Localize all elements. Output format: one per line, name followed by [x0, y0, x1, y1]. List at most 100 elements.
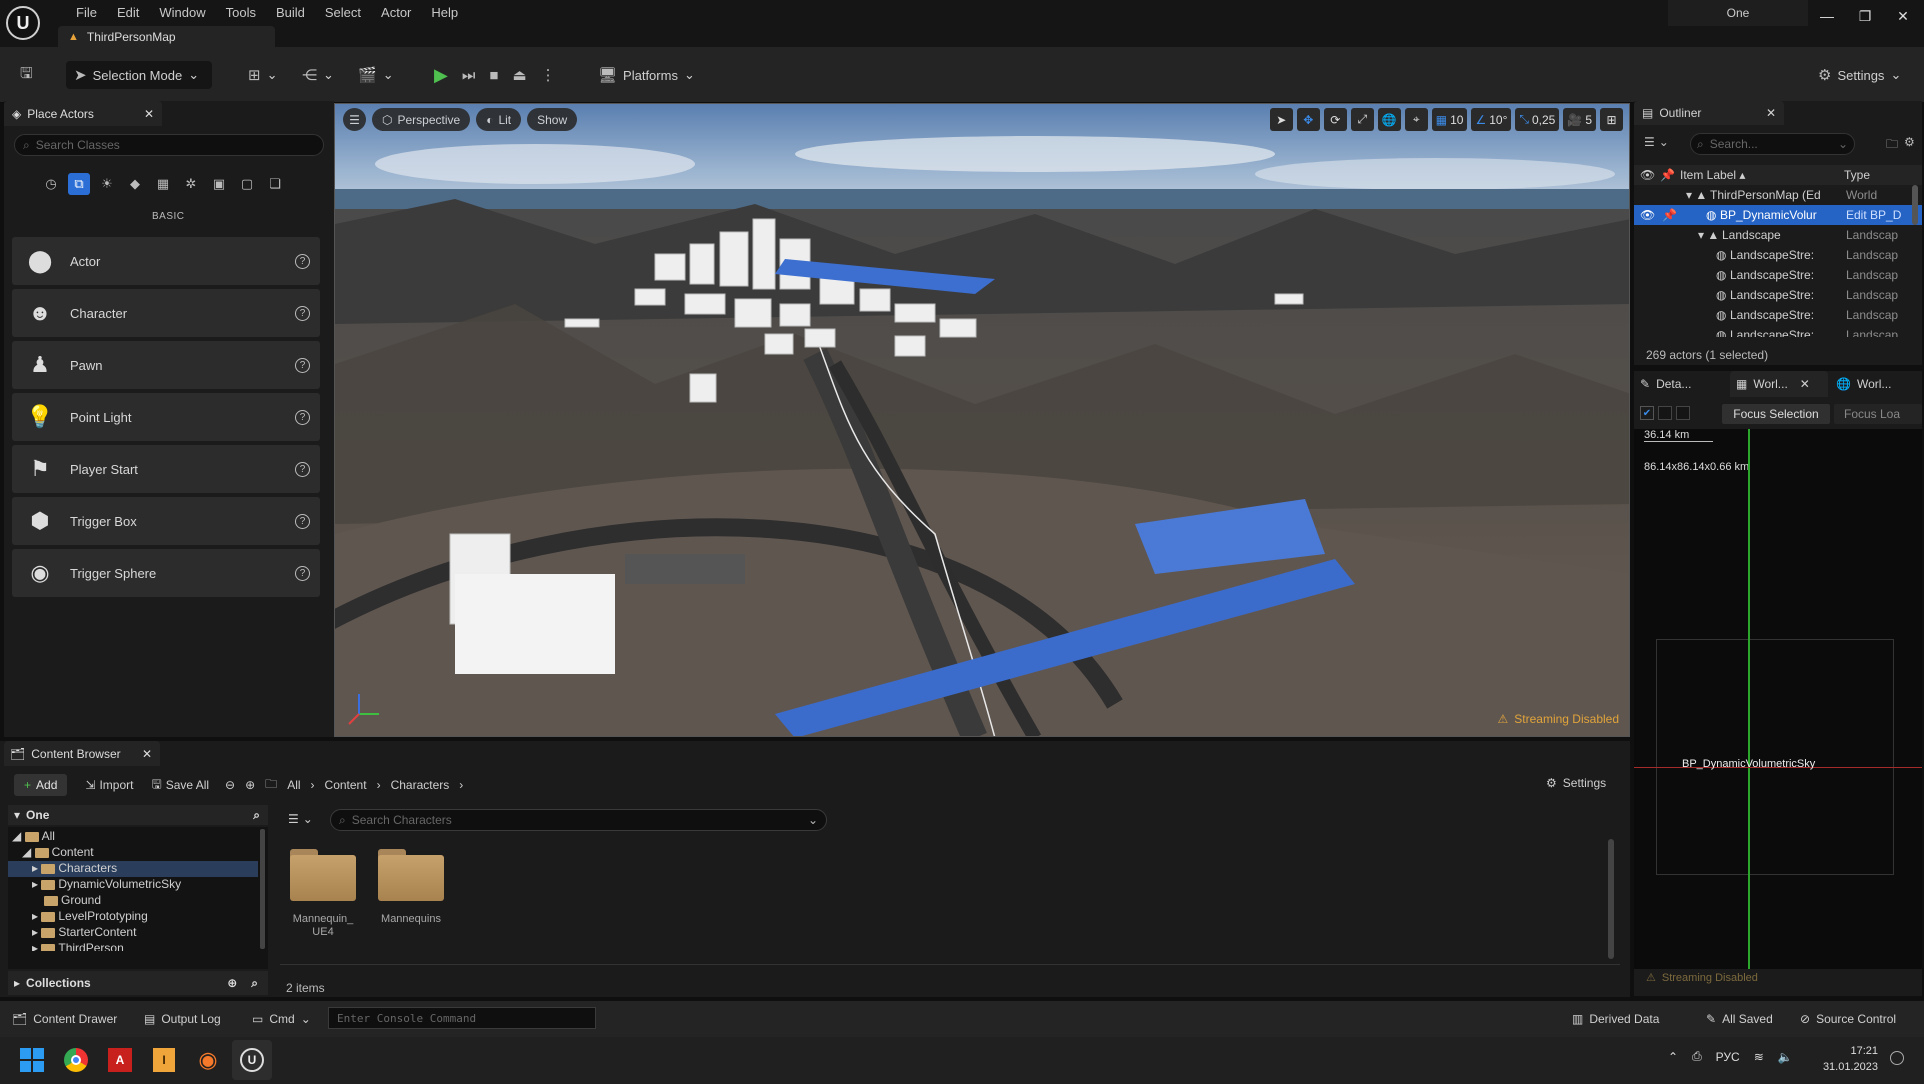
outliner-row-streaming-proxy[interactable]: ◍ LandscapeStre: Landscap — [1634, 305, 1922, 325]
volume-icon[interactable]: 🔈 — [1778, 1050, 1793, 1064]
expand-icon[interactable]: ◢ — [22, 845, 31, 859]
more-options-icon[interactable]: ⋮ — [541, 66, 556, 84]
tree-item-dynamic-volumetric-sky[interactable]: ▸ DynamicVolumetricSky — [8, 877, 258, 893]
asset-filter-button[interactable]: ☰ ⌄ — [288, 812, 313, 826]
actor-item-point-light[interactable]: 💡 Point Light ? — [12, 393, 320, 441]
hamburger-icon[interactable]: ☰ — [343, 108, 366, 131]
clock[interactable]: 17:21 31.01.2023 — [1822, 1043, 1878, 1075]
import-button[interactable]: ⇲ Import — [85, 778, 133, 792]
shapes-icon[interactable]: ◆ — [124, 173, 146, 195]
selection-mode-dropdown[interactable]: ➤ Selection Mode ⌄ — [66, 61, 212, 89]
world-space-icon[interactable]: 🌐 — [1377, 108, 1401, 131]
expand-icon[interactable]: ▸ — [32, 877, 38, 891]
menu-file[interactable]: File — [66, 5, 107, 20]
minimize-icon[interactable]: — — [1808, 8, 1846, 24]
select-tool-icon[interactable]: ➤ — [1269, 108, 1293, 131]
menu-edit[interactable]: Edit — [107, 5, 149, 20]
type-header[interactable]: Type — [1844, 168, 1870, 182]
tab-world-settings[interactable]: 🌐 Worl... — [1830, 371, 1922, 397]
search-icon[interactable]: ⌕ — [251, 976, 258, 991]
content-drawer-button[interactable]: 🗂 Content Drawer — [4, 1006, 125, 1032]
play-icon[interactable]: ▶ — [434, 65, 448, 86]
chrome-icon[interactable] — [56, 1040, 96, 1080]
all-classes-icon[interactable]: ❏ — [264, 173, 286, 195]
platforms-dropdown[interactable]: 🖥 Platforms ⌄ — [590, 61, 703, 89]
output-log-button[interactable]: ▤ Output Log — [136, 1006, 229, 1032]
help-icon[interactable]: ? — [295, 305, 310, 321]
asset-search-input[interactable]: ⌕ Search Characters ⌄ — [330, 809, 827, 831]
lights-icon[interactable]: ☀ — [96, 173, 118, 195]
menu-tools[interactable]: Tools — [216, 5, 266, 20]
content-browser-tab[interactable]: 🗂 Content Browser ✕ — [4, 741, 160, 766]
focus-loaded-button[interactable]: Focus Loa — [1834, 404, 1922, 424]
tree-scrollbar[interactable] — [260, 829, 265, 949]
item-label-header[interactable]: Item Label ▴ — [1680, 168, 1745, 182]
expand-icon[interactable]: ▾ ▲ — [1686, 188, 1707, 202]
menu-select[interactable]: Select — [315, 5, 371, 20]
close-icon[interactable]: ✕ — [1884, 8, 1922, 25]
outliner-row-streaming-proxy[interactable]: ◍ LandscapeStre: Landscap — [1634, 265, 1922, 285]
actor-item-trigger-sphere[interactable]: ◉ Trigger Sphere ? — [12, 549, 320, 597]
asset-folder-mannequin-ue4[interactable]: Mannequin_UE4 — [290, 849, 356, 939]
lit-dropdown[interactable]: ◐ Lit — [476, 108, 522, 131]
outliner-row-selected[interactable]: 👁 📌 ◍ BP_DynamicVolur Edit BP_D — [1634, 205, 1922, 225]
close-icon[interactable]: ✕ — [1800, 377, 1810, 391]
help-icon[interactable]: ? — [295, 565, 310, 581]
acrobat-icon[interactable]: A — [100, 1040, 140, 1080]
level-viewport[interactable]: ☰ ⬡ Perspective ◐ Lit Show ➤ ✥ ⟳ ⤢ 🌐 ⌖ ▦… — [334, 103, 1630, 737]
collections-header[interactable]: ▸ Collections ⊕ ⌕ — [8, 971, 268, 995]
add-collection-icon[interactable]: ⊕ — [227, 976, 237, 990]
illustrator-app-icon[interactable]: I — [144, 1040, 184, 1080]
save-all-button[interactable]: 🖫 Save All — [151, 775, 209, 796]
tab-details[interactable]: ✎ Deta... — [1634, 371, 1724, 397]
cmd-dropdown[interactable]: ▭ Cmd ⌄ — [244, 1006, 319, 1032]
outliner-row-streaming-proxy[interactable]: ◍ LandscapeStre: Landscap — [1634, 285, 1922, 305]
gear-icon[interactable]: ⚙ — [1904, 135, 1915, 149]
tree-item-characters[interactable]: ▸ Characters — [8, 861, 258, 877]
expand-icon[interactable]: ▾ ▲ — [1698, 228, 1719, 242]
eject-icon[interactable]: ⏏ — [512, 66, 526, 84]
help-icon[interactable]: ? — [295, 513, 310, 529]
chevron-right-icon[interactable]: › — [377, 778, 381, 792]
unreal-logo[interactable]: U — [6, 6, 40, 40]
blender-icon[interactable]: ◉ — [188, 1040, 228, 1080]
back-icon[interactable]: ⊖ — [225, 778, 235, 792]
chevron-up-icon[interactable]: ⌃ — [1668, 1050, 1678, 1064]
cinematics-button[interactable]: 🎬 ⌄ — [350, 61, 402, 89]
settings-dropdown[interactable]: ⚙ Settings ⌄ — [1810, 61, 1909, 89]
pin-icon[interactable]: 📌 — [1662, 208, 1677, 222]
tree-item-third-person[interactable]: ▸ ThirdPerson — [8, 941, 258, 951]
outliner-scrollbar[interactable] — [1912, 185, 1918, 225]
breadcrumb-content[interactable]: Content — [325, 778, 367, 792]
console-input[interactable]: Enter Console Command — [328, 1007, 596, 1029]
chevron-right-icon[interactable]: › — [459, 778, 463, 792]
windows-start-icon[interactable] — [12, 1040, 52, 1080]
search-classes-input[interactable]: ⌕ Search Classes — [14, 134, 324, 156]
filter-button[interactable]: ☰ ⌄ — [1644, 135, 1669, 149]
outliner-row-streaming-proxy[interactable]: ◍ LandscapeStre: Landscap — [1634, 325, 1922, 337]
eye-icon[interactable]: 👁 — [1640, 208, 1655, 222]
actor-item-pawn[interactable]: ♟ Pawn ? — [12, 341, 320, 389]
save-icon[interactable]: 🖫 — [12, 61, 41, 89]
all-saved-button[interactable]: ✎ All Saved — [1698, 1006, 1781, 1032]
close-icon[interactable]: ✕ — [142, 747, 152, 761]
notification-icon[interactable] — [1890, 1051, 1904, 1065]
close-icon[interactable]: ✕ — [144, 107, 154, 121]
tree-item-content[interactable]: ◢ Content — [8, 845, 258, 861]
map-tab[interactable]: ▲ ThirdPersonMap — [58, 26, 275, 47]
cinematic-icon[interactable]: ▦ — [152, 173, 174, 195]
add-folder-icon[interactable]: 🗀 — [1886, 135, 1898, 156]
add-content-button[interactable]: ⊞ ⌄ — [240, 61, 285, 89]
geometry-icon[interactable]: ▣ — [208, 173, 230, 195]
language-indicator[interactable]: РУС — [1716, 1050, 1740, 1064]
world-partition-minimap[interactable]: 36.14 km 86.14x86.14x0.66 km BP_DynamicV… — [1634, 429, 1922, 969]
show-dropdown[interactable]: Show — [527, 108, 578, 131]
actor-item-actor[interactable]: ⬤ Actor ? — [12, 237, 320, 285]
help-icon[interactable]: ? — [295, 357, 310, 373]
actor-item-character[interactable]: ☻ Character ? — [12, 289, 320, 337]
step-icon[interactable]: ⏭ — [462, 67, 476, 84]
unreal-engine-taskbar-icon[interactable]: U — [232, 1040, 272, 1080]
expand-icon[interactable]: ▸ — [32, 861, 38, 875]
usb-icon[interactable]: ⎙ — [1692, 1049, 1702, 1064]
place-actors-tab[interactable]: ◈ Place Actors ✕ — [4, 101, 162, 126]
